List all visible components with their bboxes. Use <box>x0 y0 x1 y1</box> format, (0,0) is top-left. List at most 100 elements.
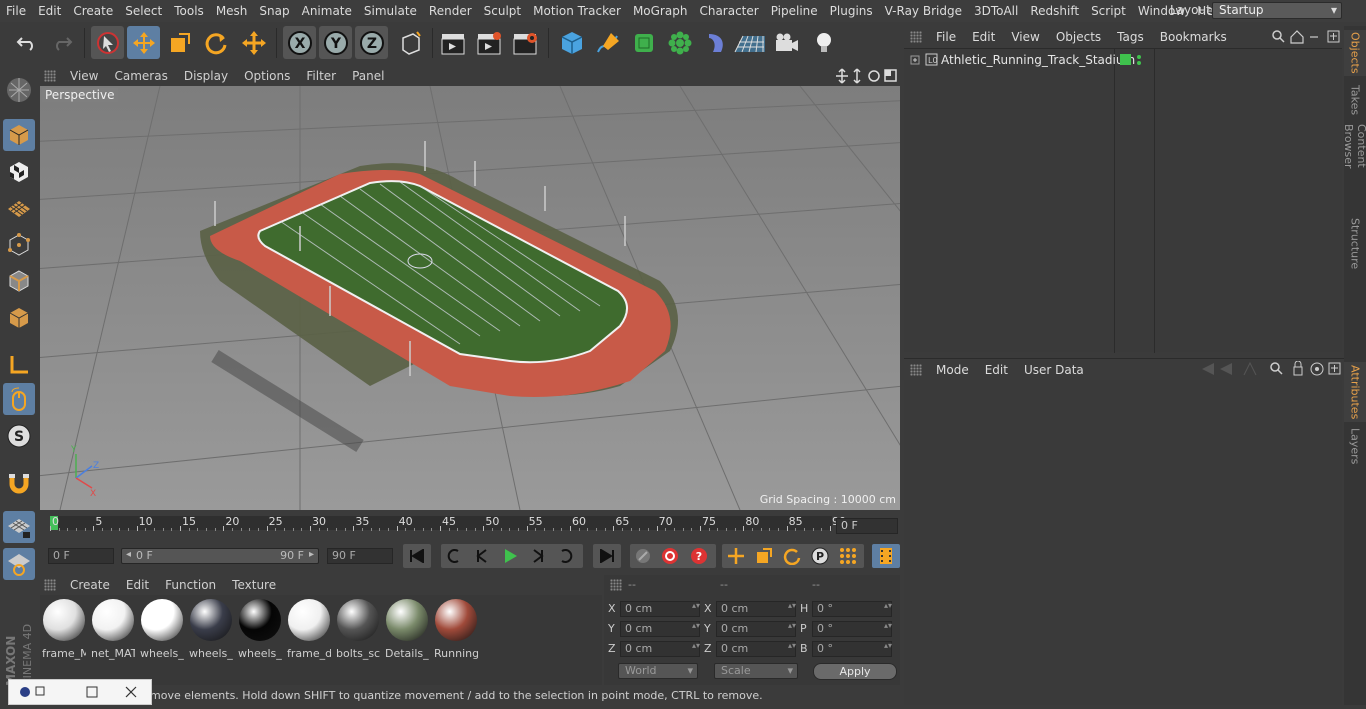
render-dots-icon[interactable] <box>1136 54 1142 66</box>
spinner-arrows-icon[interactable]: ▴▾ <box>884 622 892 630</box>
menu-item-motion-tracker[interactable]: Motion Tracker <box>527 4 627 18</box>
material-swatch[interactable]: Running <box>434 599 478 660</box>
viewport-menu-filter[interactable]: Filter <box>298 69 344 83</box>
edges-mode-button[interactable] <box>3 265 35 297</box>
menu-item-character[interactable]: Character <box>693 4 764 18</box>
play-button[interactable] <box>500 546 520 566</box>
spinner-arrows-icon[interactable]: ▴▾ <box>692 602 700 610</box>
y-axis-lock-button[interactable]: Y <box>319 26 352 59</box>
object-menu-edit[interactable]: Edit <box>964 30 1003 44</box>
material-menu-create[interactable]: Create <box>62 578 118 592</box>
material-swatch[interactable]: frame_d <box>287 599 331 660</box>
viewport-menu-cameras[interactable]: Cameras <box>106 69 175 83</box>
material-menu-edit[interactable]: Edit <box>118 578 157 592</box>
spinner-arrows-icon[interactable]: ▴▾ <box>692 622 700 630</box>
redo-button[interactable] <box>45 26 78 59</box>
tab-content-browser[interactable]: Content Browser <box>1342 124 1366 210</box>
material-swatch[interactable]: wheels_ <box>189 599 233 660</box>
render-to-picture-viewer-button[interactable] <box>472 26 505 59</box>
attribute-menu-user-data[interactable]: User Data <box>1016 363 1092 377</box>
key-parameter-button[interactable]: P <box>810 546 830 566</box>
tab-takes[interactable]: Takes <box>1344 80 1366 120</box>
menu-item-create[interactable]: Create <box>67 4 119 18</box>
tab-structure[interactable]: Structure <box>1344 214 1366 274</box>
scale-tool-button[interactable] <box>163 26 196 59</box>
size-mode-dropdown[interactable]: Scale ▾ <box>714 663 798 679</box>
material-swatch[interactable]: Details_ <box>385 599 429 660</box>
material-menu-texture[interactable]: Texture <box>224 578 284 592</box>
spinner-arrows-icon[interactable]: ▴▾ <box>788 642 796 650</box>
tab-layers[interactable]: Layers <box>1344 426 1366 466</box>
coordinate-mode-dropdown[interactable]: World ▾ <box>618 663 698 679</box>
coord-position-field[interactable]: 0 cm <box>620 641 700 657</box>
coord-size-field[interactable]: 0 cm <box>716 641 796 657</box>
object-row[interactable]: L0 Athletic_Running_Track_Stadium <box>906 51 1342 69</box>
layout-dropdown[interactable]: Startup <box>1212 2 1342 19</box>
menu-item-select[interactable]: Select <box>119 4 168 18</box>
coord-rotation-field[interactable]: 0 ° <box>812 601 892 617</box>
viewport-menu-display[interactable]: Display <box>176 69 236 83</box>
coord-position-field[interactable]: 0 cm <box>620 601 700 617</box>
pen-spline-button[interactable] <box>591 26 624 59</box>
x-axis-lock-button[interactable]: X <box>283 26 316 59</box>
workplane-align-button[interactable] <box>3 548 35 580</box>
attribute-menu-mode[interactable]: Mode <box>928 363 977 377</box>
object-menu-view[interactable]: View <box>1003 30 1047 44</box>
make-editable-button[interactable] <box>3 74 35 106</box>
menu-item-edit[interactable]: Edit <box>32 4 67 18</box>
go-to-start-button[interactable] <box>403 544 431 568</box>
next-frame-button[interactable] <box>528 546 548 566</box>
tab-attributes[interactable]: Attributes <box>1344 362 1366 422</box>
coord-size-field[interactable]: 0 cm <box>716 601 796 617</box>
solo-mode-button[interactable]: S <box>3 420 35 452</box>
menu-item-redshift[interactable]: Redshift <box>1024 4 1085 18</box>
axis-mode-button[interactable] <box>3 349 35 381</box>
minimized-window-strip[interactable] <box>8 679 152 705</box>
key-rotation-button[interactable] <box>782 546 802 566</box>
deformer-button[interactable] <box>699 26 732 59</box>
material-swatch[interactable]: wheels_ <box>238 599 282 660</box>
menu-item-pipeline[interactable]: Pipeline <box>765 4 824 18</box>
next-keyframe-button[interactable] <box>556 546 576 566</box>
record-active-button[interactable] <box>660 546 680 566</box>
maximize-icon[interactable] <box>79 682 101 704</box>
rotate-tool-button[interactable] <box>199 26 232 59</box>
subdivision-button[interactable] <box>627 26 660 59</box>
material-swatch[interactable]: frame_M <box>42 599 86 660</box>
key-pla-button[interactable] <box>838 546 858 566</box>
menu-item-snap[interactable]: Snap <box>253 4 295 18</box>
menu-item-render[interactable]: Render <box>423 4 478 18</box>
attribute-manager-tools[interactable] <box>1200 360 1342 377</box>
material-swatch[interactable]: wheels_ <box>140 599 184 660</box>
model-mode-button[interactable] <box>3 119 35 151</box>
coord-position-field[interactable]: 0 cm <box>620 621 700 637</box>
coord-size-field[interactable]: 0 cm <box>716 621 796 637</box>
undo-button[interactable] <box>10 26 43 59</box>
perspective-viewport[interactable]: Y Z X Perspective Grid Spacing : 10000 c… <box>40 86 900 510</box>
transform-tool-button[interactable] <box>237 26 270 59</box>
drag-grip-icon[interactable] <box>44 70 56 82</box>
snap-button[interactable] <box>3 467 35 499</box>
object-menu-tags[interactable]: Tags <box>1109 30 1152 44</box>
record-disabled-button[interactable] <box>633 546 653 566</box>
visibility-dot-icon[interactable] <box>1120 54 1131 65</box>
prev-keyframe-button[interactable] <box>444 546 464 566</box>
prev-frame-button[interactable] <box>472 546 492 566</box>
drag-grip-icon[interactable] <box>44 579 56 591</box>
menu-item-file[interactable]: File <box>0 4 32 18</box>
polygons-mode-button[interactable] <box>3 302 35 334</box>
menu-item-simulate[interactable]: Simulate <box>358 4 423 18</box>
menu-item-animate[interactable]: Animate <box>296 4 358 18</box>
menu-item-3dtoall[interactable]: 3DToAll <box>968 4 1024 18</box>
apply-button[interactable]: Apply <box>813 663 897 680</box>
light-button[interactable] <box>807 26 840 59</box>
menu-item-plugins[interactable]: Plugins <box>824 4 879 18</box>
material-swatch[interactable]: net_MAT <box>91 599 135 660</box>
menu-item-mesh[interactable]: Mesh <box>210 4 254 18</box>
key-position-button[interactable] <box>726 546 746 566</box>
object-menu-file[interactable]: File <box>928 30 964 44</box>
go-to-end-button[interactable] <box>593 544 621 568</box>
select-tool-button[interactable] <box>91 26 124 59</box>
menu-item-mograph[interactable]: MoGraph <box>627 4 694 18</box>
attribute-menu-edit[interactable]: Edit <box>977 363 1016 377</box>
